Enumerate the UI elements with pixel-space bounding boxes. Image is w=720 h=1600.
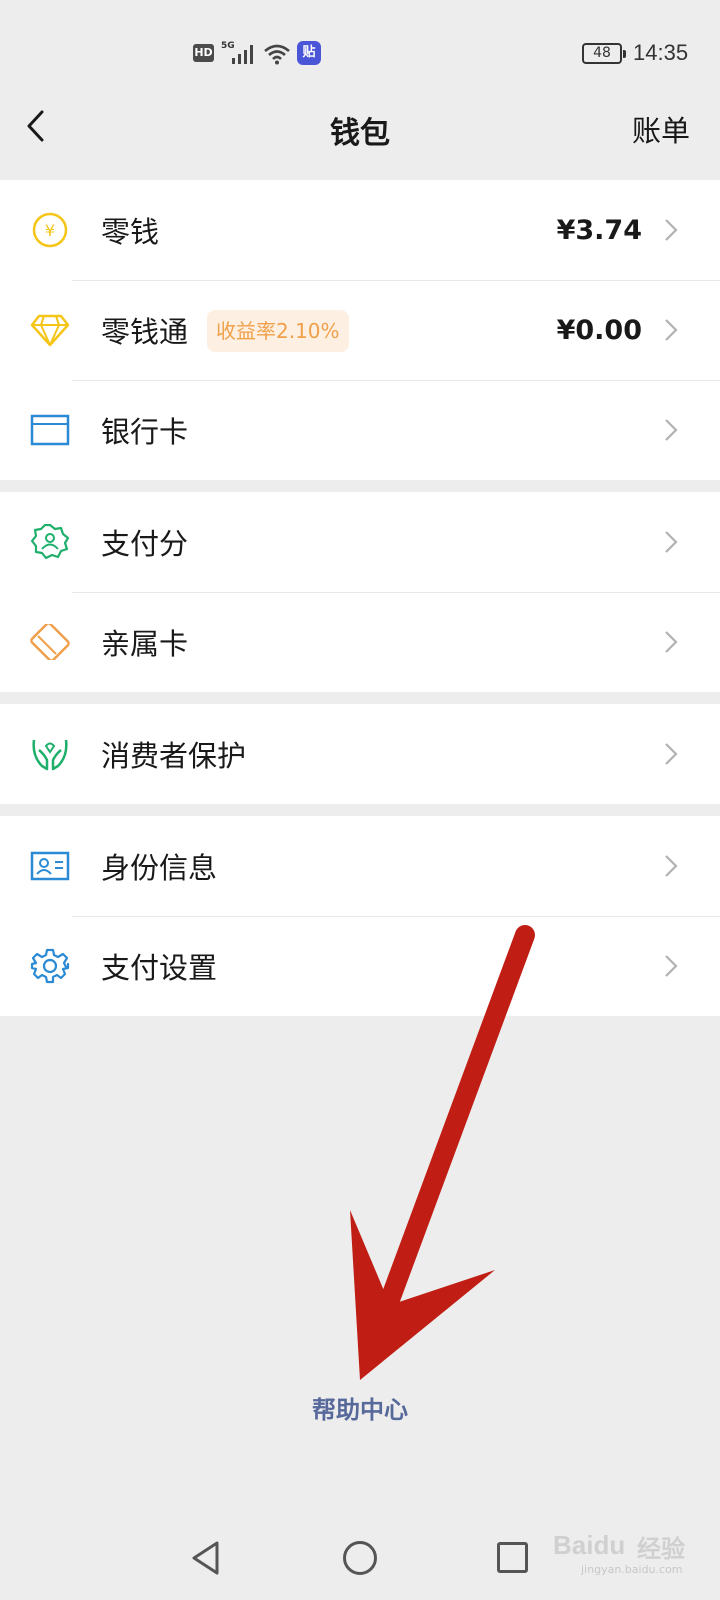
gear-icon (30, 948, 70, 984)
row-label: 消费者保护 (101, 739, 247, 773)
watermark-cn: 经验 (637, 1535, 685, 1563)
svg-text:¥: ¥ (45, 221, 55, 240)
row-label: 银行卡 (101, 415, 189, 449)
change-pass-balance: ¥0.00 (556, 314, 642, 346)
row-label: 身份信息 (101, 851, 218, 885)
bill-button[interactable]: 账单 (632, 108, 690, 150)
row-pay-score[interactable]: 支付分 (0, 492, 720, 592)
wifi-icon (264, 44, 290, 65)
chevron-right-icon (665, 419, 678, 441)
id-card-icon (30, 851, 70, 881)
row-change-pass[interactable]: 零钱通 收益率2.10% ¥0.00 (0, 280, 720, 380)
nav-recent-apps-icon[interactable] (497, 1542, 528, 1573)
row-bank-card[interactable]: 银行卡 (0, 380, 720, 480)
change-balance: ¥3.74 (556, 214, 642, 246)
help-center-link[interactable]: 帮助中心 (0, 1390, 720, 1425)
family-card-icon (30, 624, 70, 660)
row-label: 支付分 (101, 527, 189, 561)
watermark-url: jingyan.baidu.com (581, 1563, 683, 1576)
row-change[interactable]: ¥ 零钱 ¥3.74 (0, 180, 720, 280)
chevron-right-icon (665, 531, 678, 553)
protect-hands-icon (32, 739, 68, 771)
battery-icon: 48 (582, 43, 626, 64)
row-identity-info[interactable]: 身份信息 (0, 816, 720, 916)
chevron-right-icon (665, 855, 678, 877)
wallet-group-settings: 身份信息 支付设置 (0, 816, 720, 1016)
signal-icon (232, 45, 253, 64)
wallet-group-balance: ¥ 零钱 ¥3.74 零钱通 收益率2.10% ¥0.00 银行卡 (0, 180, 720, 480)
wallet-group-protection: 消费者保护 (0, 704, 720, 804)
yuan-coin-icon: ¥ (32, 212, 68, 248)
clock: 14:35 (633, 40, 689, 65)
title-bar: 钱包 账单 (0, 90, 720, 180)
row-label: 支付设置 (101, 951, 218, 985)
row-payment-settings[interactable]: 支付设置 (0, 916, 720, 1016)
chevron-right-icon (665, 219, 678, 241)
page-title: 钱包 (330, 116, 390, 151)
wallet-group-services: 支付分 亲属卡 (0, 492, 720, 692)
nav-home-icon[interactable] (343, 1541, 377, 1575)
hd-indicator: HD (193, 44, 214, 62)
chevron-right-icon (665, 631, 678, 653)
row-family-card[interactable]: 亲属卡 (0, 592, 720, 692)
row-consumer-protection[interactable]: 消费者保护 (0, 704, 720, 804)
chevron-right-icon (665, 319, 678, 341)
row-label: 零钱通 (101, 315, 189, 349)
row-label: 零钱 (101, 215, 160, 249)
diamond-icon (30, 314, 70, 347)
baidu-watermark: Baidu 经验 jingyan.baidu.com (553, 1515, 703, 1576)
nav-back-icon[interactable] (190, 1540, 222, 1576)
chevron-right-icon (665, 955, 678, 977)
bank-card-icon (30, 414, 70, 446)
pay-score-icon (30, 524, 70, 560)
chevron-right-icon (665, 743, 678, 765)
app-notification-icon: 贴 (297, 41, 321, 65)
yield-rate-badge: 收益率2.10% (207, 310, 349, 352)
watermark-brand: Baidu (553, 1530, 626, 1560)
row-label: 亲属卡 (101, 627, 189, 661)
status-bar: HD 5G 贴 48 14:35 (0, 0, 720, 100)
